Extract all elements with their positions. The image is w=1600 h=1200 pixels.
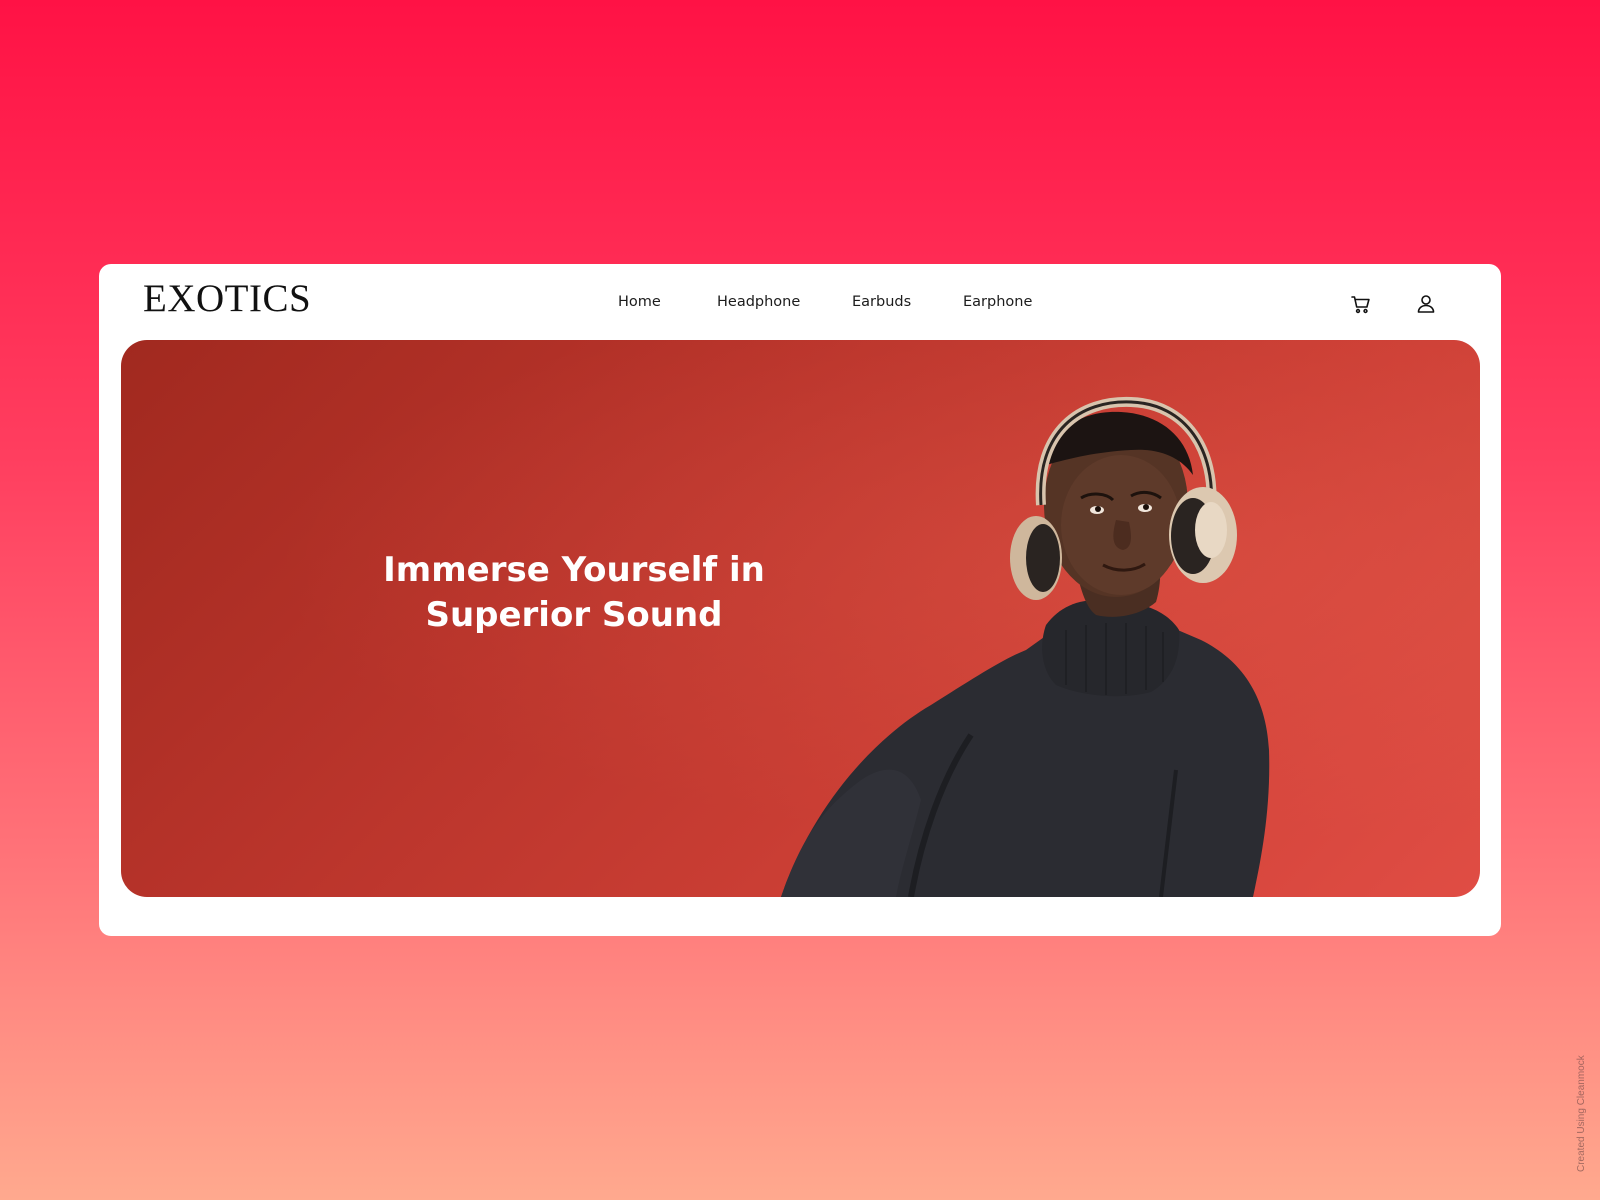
account-button[interactable] <box>1414 292 1438 316</box>
cart-icon <box>1351 296 1370 314</box>
nav-item-home[interactable]: Home <box>618 294 661 310</box>
hero-banner: Immerse Yourself in Superior Sound <box>121 340 1480 897</box>
browser-card: EXOTICS Home Headphone Earbuds Earphone … <box>99 264 1501 936</box>
user-icon <box>1417 295 1435 313</box>
nav-item-earbuds[interactable]: Earbuds <box>852 294 911 310</box>
watermark-text: Created Using Cleanmock <box>1576 1055 1587 1172</box>
site-logo[interactable]: EXOTICS <box>143 276 311 321</box>
nav-item-earphone[interactable]: Earphone <box>963 294 1032 310</box>
cart-button[interactable] <box>1349 292 1373 316</box>
man-wearing-headphones-photo <box>781 396 1270 897</box>
nav-item-headphone[interactable]: Headphone <box>717 294 800 310</box>
